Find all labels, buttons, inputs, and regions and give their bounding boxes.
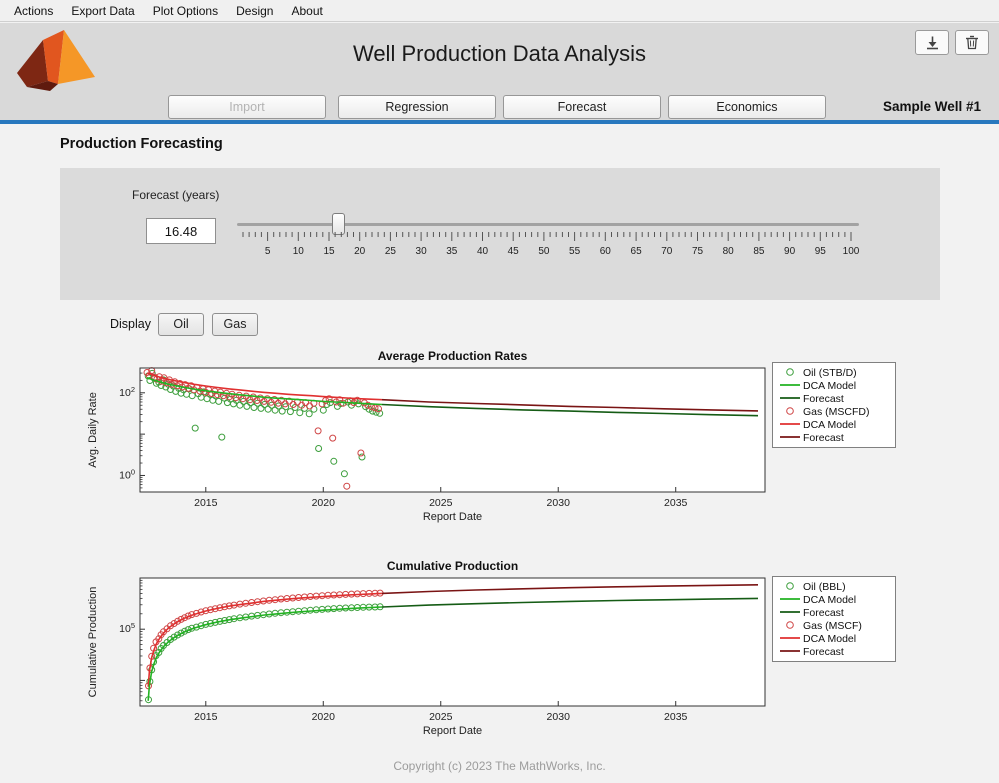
legend-label: Gas (MSCFD) [803,406,870,418]
svg-text:35: 35 [446,246,458,257]
tab-economics[interactable]: Economics [668,95,826,119]
svg-text:2015: 2015 [194,711,218,723]
svg-text:95: 95 [815,246,827,257]
export-figure-button[interactable] [915,30,949,55]
svg-text:2020: 2020 [312,711,336,723]
menu-plot-options[interactable]: Plot Options [144,2,227,20]
svg-text:Cumulative Production: Cumulative Production [387,559,518,573]
svg-text:2025: 2025 [429,711,453,723]
svg-text:Average Production Rates: Average Production Rates [378,349,528,363]
legend-label: DCA Model [803,594,856,606]
legend-entry: Forecast [773,431,895,444]
page-title: Well Production Data Analysis [0,41,999,67]
oil-toggle-button[interactable]: Oil [158,313,204,336]
svg-text:Avg. Daily Rate: Avg. Daily Rate [87,392,99,468]
legend-label: Forecast [803,432,844,444]
svg-text:55: 55 [569,246,581,257]
display-label: Display [110,317,151,331]
svg-text:90: 90 [784,246,796,257]
forecast-slider[interactable]: 5 10 15 20 25 30 35 40 45 50 55 60 65 70 75 80 85 90 95 100 [237,210,859,268]
svg-text:2020: 2020 [312,497,336,509]
gas-toggle-button[interactable]: Gas [212,313,258,336]
legend-label: Forecast [803,646,844,658]
svg-text:2030: 2030 [547,711,571,723]
legend-label: Oil (STB/D) [803,367,857,379]
accent-bar [0,120,999,124]
slider-tick-marks: 5 10 15 20 25 30 35 40 45 50 55 60 65 70 75 80 85 90 95 100 [237,230,859,266]
legend-label: Forecast [803,393,844,405]
svg-text:Cumulative Production: Cumulative Production [87,587,99,698]
legend-label: Oil (BBL) [803,581,846,593]
svg-text:2025: 2025 [429,497,453,509]
legend-entry: Forecast [773,645,895,658]
svg-text:45: 45 [508,246,520,257]
slider-track[interactable] [237,223,859,226]
menu-export-data[interactable]: Export Data [62,2,143,20]
svg-text:2015: 2015 [194,497,218,509]
tab-forecast[interactable]: Forecast [503,95,661,119]
svg-text:Report Date: Report Date [423,725,482,737]
svg-text:102: 102 [119,385,135,399]
legend-label: DCA Model [803,633,856,645]
cumulative-legend: Oil (BBL)DCA ModelForecastGas (MSCF)DCA … [772,576,896,662]
svg-text:25: 25 [385,246,397,257]
trash-icon [965,35,979,50]
menu-about[interactable]: About [282,2,331,20]
delete-button[interactable] [955,30,989,55]
svg-text:40: 40 [477,246,489,257]
svg-text:100: 100 [843,246,859,257]
svg-text:105: 105 [119,621,135,635]
tab-import: Import [168,95,326,119]
legend-label: DCA Model [803,380,856,392]
legend-label: Forecast [803,607,844,619]
menu-actions[interactable]: Actions [8,2,62,20]
svg-text:70: 70 [661,246,673,257]
forecast-panel: Forecast (years) 5 10 15 20 25 30 35 40 45 50 55 60… [60,168,940,300]
svg-text:80: 80 [723,246,735,257]
svg-text:65: 65 [631,246,643,257]
section-title: Production Forecasting [60,136,223,152]
copyright-text: Copyright (c) 2023 The MathWorks, Inc. [0,759,999,773]
svg-text:20: 20 [354,246,366,257]
forecast-value-input[interactable] [146,218,216,244]
svg-text:50: 50 [538,246,550,257]
svg-text:85: 85 [753,246,765,257]
svg-text:2035: 2035 [664,497,688,509]
legend-label: Gas (MSCF) [803,620,862,632]
download-icon [925,35,940,50]
svg-text:5: 5 [265,246,271,257]
tab-regression[interactable]: Regression [338,95,496,119]
svg-text:30: 30 [416,246,428,257]
svg-text:2035: 2035 [664,711,688,723]
svg-text:10: 10 [293,246,305,257]
legend-label: DCA Model [803,419,856,431]
svg-text:15: 15 [323,246,335,257]
svg-text:Report Date: Report Date [423,511,482,523]
well-name-label: Sample Well #1 [883,99,981,114]
menu-bar: Actions Export Data Plot Options Design … [0,0,999,22]
svg-text:60: 60 [600,246,612,257]
menu-design[interactable]: Design [227,2,282,20]
rates-legend: Oil (STB/D)DCA ModelForecastGas (MSCFD)D… [772,362,896,448]
svg-text:2030: 2030 [547,497,571,509]
header: Well Production Data Analysis Import Reg… [0,23,999,120]
svg-text:100: 100 [119,467,135,481]
forecast-years-label: Forecast (years) [132,188,219,202]
svg-text:75: 75 [692,246,704,257]
